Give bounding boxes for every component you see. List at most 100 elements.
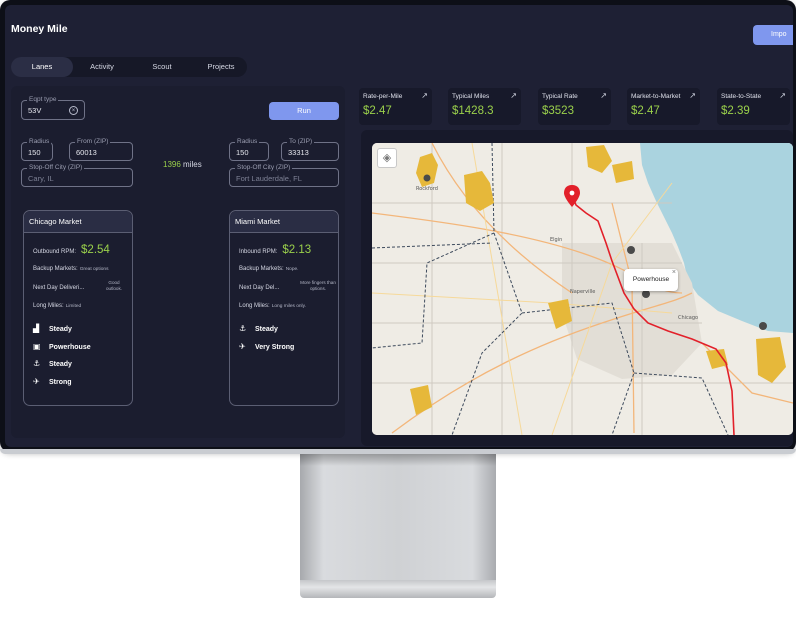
- distance-unit: miles: [183, 160, 202, 169]
- origin-nextday-line2: outlook.: [105, 286, 123, 291]
- origin-trend-label: Powerhouse: [49, 344, 91, 351]
- origin-rpm-label: Outbound RPM:: [33, 249, 77, 255]
- stat-label: Typical Miles: [452, 93, 490, 100]
- monitor-stand: [300, 454, 496, 580]
- origin-trend-warehousing: ▣ Powerhouse: [33, 342, 91, 351]
- origin-zip-field[interactable]: From (ZIP) 60013: [69, 137, 133, 161]
- port-marker-icon[interactable]: [759, 322, 767, 330]
- origin-nextday-value: Good outlook.: [97, 280, 131, 292]
- clear-icon[interactable]: ×: [69, 106, 78, 115]
- stat-rate-per-mile: Rate-per-Mile $2.47 ↗: [359, 88, 432, 125]
- destination-market-header: Miami Market: [230, 211, 338, 233]
- map-panel: Rockford Elgin Naperville Chicago ◈ Powe…: [361, 130, 793, 446]
- product-mockup: Money Mile Impo Lanes Activity Scout Pro…: [0, 0, 796, 618]
- app-title: Money Mile: [11, 23, 68, 35]
- factory-icon: ▟: [33, 324, 40, 333]
- destination-nextday-label: Next Day Del...: [239, 285, 280, 291]
- airport-marker-icon[interactable]: [423, 174, 431, 182]
- destination-radius-value: 150: [236, 148, 249, 157]
- stat-state-to-state: State-to-State $2.39 ↗: [717, 88, 790, 125]
- stat-typical-rate: Typical Rate $3523 ↗: [538, 88, 611, 125]
- trend-up-icon[interactable]: ↗: [600, 91, 607, 100]
- destination-stopoff-label: Stop-Off City (ZIP): [235, 163, 293, 173]
- equipment-type-label: Eqpt type: [27, 95, 59, 105]
- destination-longmiles-value: Long miles only.: [271, 304, 306, 309]
- origin-longmiles-label: Long Miles:: [33, 303, 64, 309]
- destination-market-title: Miami Market: [235, 217, 281, 226]
- destination-backup-value: Nope.: [285, 267, 299, 272]
- map-place-label: Rockford: [416, 186, 438, 192]
- destination-radius-field[interactable]: Radius 150: [229, 137, 269, 161]
- stat-label: Market-to-Market: [631, 93, 681, 100]
- origin-market-header: Chicago Market: [24, 211, 132, 233]
- destination-zip-label: To (ZIP): [287, 137, 315, 147]
- map-layers-button[interactable]: ◈: [377, 148, 397, 168]
- map-place-label: Naperville: [570, 289, 595, 295]
- origin-rpm-row: Outbound RPM: $2.54: [33, 244, 110, 256]
- stat-value: $1428.3: [452, 105, 494, 117]
- origin-backup-value: Great options: [79, 267, 109, 272]
- destination-rpm-label: Inbound RPM:: [239, 249, 278, 255]
- popup-label: Powerhouse: [632, 276, 670, 283]
- origin-radius-label: Radius: [27, 137, 52, 147]
- stat-label: State-to-State: [721, 93, 762, 100]
- origin-trend-port: ⚓ Steady: [33, 359, 72, 368]
- destination-stopoff-field[interactable]: Stop-Off City (ZIP) Fort Lauderdale, FL: [229, 163, 339, 187]
- origin-backup-row: Backup Markets: Great options: [33, 266, 109, 272]
- origin-stopoff-field[interactable]: Stop-Off City (ZIP) Cary, IL: [21, 163, 133, 187]
- anchor-icon: ⚓: [239, 324, 247, 333]
- tab-lanes[interactable]: Lanes: [11, 57, 73, 77]
- origin-nextday-label: Next Day Deliveri...: [33, 285, 85, 291]
- lane-search-panel: Eqpt type 53V × Run Radius 150 From (ZIP…: [11, 86, 345, 438]
- tab-activity[interactable]: Activity: [73, 57, 131, 77]
- import-button[interactable]: Impo: [753, 25, 793, 45]
- destination-zip-field[interactable]: To (ZIP) 33313: [281, 137, 339, 161]
- equipment-type-value: 53V: [28, 106, 42, 115]
- trend-up-icon[interactable]: ↗: [421, 91, 428, 100]
- origin-backup-label: Backup Markets:: [33, 266, 78, 272]
- trend-up-icon[interactable]: ↗: [689, 91, 696, 100]
- map-place-label: Chicago: [678, 315, 698, 321]
- origin-radius-value: 150: [28, 148, 41, 157]
- warehouse-icon: ▣: [33, 342, 41, 351]
- equipment-type-select[interactable]: Eqpt type 53V ×: [21, 95, 85, 120]
- stat-market-to-market: Market-to-Market $2.47 ↗: [627, 88, 700, 125]
- destination-nextday-line2: options.: [309, 286, 327, 291]
- destination-trend-port: ⚓ Steady: [239, 324, 278, 333]
- origin-trend-label: Steady: [49, 326, 72, 333]
- origin-trend-label: Strong: [49, 379, 72, 386]
- tab-scout[interactable]: Scout: [131, 57, 193, 77]
- trend-up-icon[interactable]: ↗: [779, 91, 786, 100]
- stat-value: $2.47: [363, 105, 392, 117]
- tab-projects[interactable]: Projects: [193, 57, 249, 77]
- stat-typical-miles: Typical Miles $1428.3 ↗: [448, 88, 521, 125]
- stat-value: $2.39: [721, 105, 750, 117]
- airport-marker-icon[interactable]: [627, 246, 635, 254]
- warehouse-marker-icon[interactable]: [642, 290, 650, 298]
- map-popup: Powerhouse ×: [624, 269, 678, 291]
- airplane-icon: ✈: [33, 377, 40, 386]
- origin-longmiles-row: Long Miles: Limited: [33, 303, 81, 309]
- route-map[interactable]: Rockford Elgin Naperville Chicago ◈ Powe…: [372, 143, 793, 435]
- destination-backup-label: Backup Markets:: [239, 266, 284, 272]
- popup-close-icon[interactable]: ×: [672, 262, 676, 284]
- destination-trend-label: Very Strong: [255, 344, 295, 351]
- origin-stopoff-placeholder: Cary, IL: [28, 174, 54, 183]
- origin-trend-air: ✈ Strong: [33, 377, 72, 386]
- run-button[interactable]: Run: [269, 102, 339, 120]
- stat-label: Typical Rate: [542, 93, 578, 100]
- origin-trend-label: Steady: [49, 361, 72, 368]
- trend-up-icon[interactable]: ↗: [510, 91, 517, 100]
- destination-backup-row: Backup Markets: Nope.: [239, 266, 299, 272]
- destination-rpm-row: Inbound RPM: $2.13: [239, 244, 311, 256]
- origin-trend-manufacturing: ▟ Steady: [33, 324, 72, 333]
- destination-trend-air: ✈ Very Strong: [239, 342, 294, 351]
- stat-label: Rate-per-Mile: [363, 93, 403, 100]
- monitor-frame: Money Mile Impo Lanes Activity Scout Pro…: [0, 0, 796, 452]
- monitor-stand-base: [300, 580, 496, 598]
- airplane-icon: ✈: [239, 342, 246, 351]
- origin-market-title: Chicago Market: [29, 217, 82, 226]
- origin-radius-field[interactable]: Radius 150: [21, 137, 53, 161]
- destination-nextday-value: More fingers than options.: [296, 280, 340, 292]
- destination-longmiles-row: Long Miles: Long miles only.: [239, 303, 306, 309]
